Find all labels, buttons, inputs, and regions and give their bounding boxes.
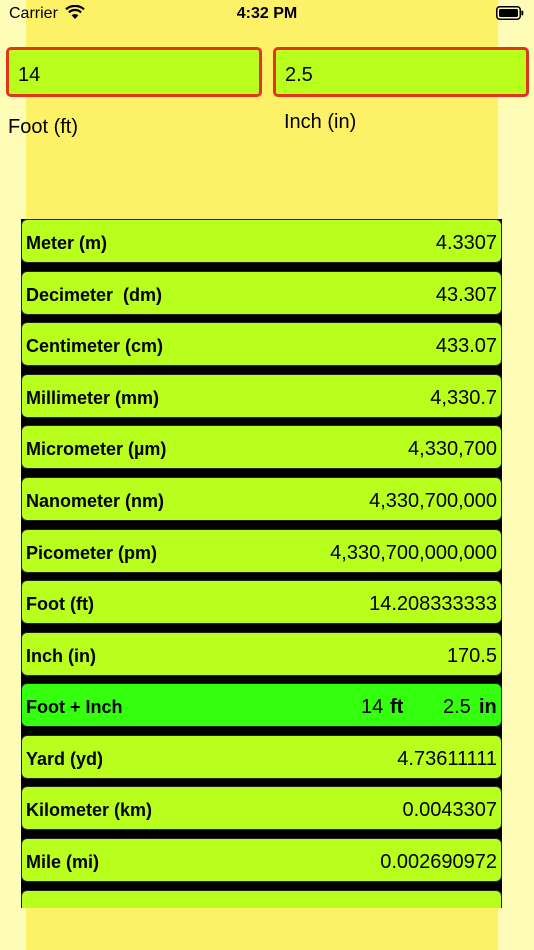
result-row-micrometer[interactable]: Micrometer (µm) 4,330,700	[21, 425, 502, 469]
result-row-meter[interactable]: Meter (m) 4.3307	[21, 219, 502, 263]
unit-name: Yard (yd)	[26, 749, 104, 769]
result-row-yard[interactable]: Yard (yd) 4.73611111	[21, 735, 502, 779]
result-row-partial[interactable]	[21, 890, 502, 908]
feet-value: 14	[361, 696, 384, 718]
result-row-kilometer[interactable]: Kilometer (km) 0.0043307	[21, 786, 502, 830]
status-bar: Carrier 4:32 PM	[0, 0, 534, 30]
result-row-millimeter[interactable]: Millimeter (mm) 4,330.7	[21, 374, 502, 418]
unit-name: Decimeter (dm)	[26, 285, 163, 305]
unit-value: 433.07	[435, 335, 497, 357]
result-row-foot-inch[interactable]: Foot + Inch 14 ft 2.5 in	[21, 683, 502, 727]
inches-value: 2.5	[443, 696, 471, 718]
unit-value: 43.307	[435, 284, 497, 306]
result-row-nanometer[interactable]: Nanometer (nm) 4,330,700,000	[21, 477, 502, 521]
unit-name: Foot + Inch	[26, 697, 123, 717]
unit-name: Centimeter (cm)	[26, 336, 164, 356]
result-row-picometer[interactable]: Picometer (pm) 4,330,700,000,000	[21, 529, 502, 573]
unit-name: Inch (in)	[26, 646, 96, 666]
unit-value: 14.208333333	[369, 593, 497, 615]
unit-value: 170.5	[446, 645, 497, 667]
unit-value: 4,330,700,000,000	[330, 542, 497, 564]
unit-value: 4,330,700	[408, 438, 497, 460]
unit-name: Micrometer (µm)	[26, 439, 167, 459]
unit-value: 4,330,700,000	[369, 490, 497, 512]
foot-input[interactable]: 14	[6, 47, 262, 97]
result-row-inch[interactable]: Inch (in) 170.5	[21, 632, 502, 676]
unit-value: 0.0043307	[402, 799, 497, 821]
inch-input[interactable]: 2.5	[273, 47, 529, 97]
result-row-mile[interactable]: Mile (mi) 0.002690972	[21, 838, 502, 882]
results-list[interactable]: Meter (m) 4.3307 Decimeter (dm) 43.307 C…	[21, 219, 502, 908]
result-row-decimeter[interactable]: Decimeter (dm) 43.307	[21, 271, 502, 315]
unit-name: Millimeter (mm)	[26, 388, 160, 408]
unit-value: 0.002690972	[380, 851, 497, 873]
unit-value: 4,330.7	[430, 387, 497, 409]
unit-name: Foot (ft)	[26, 594, 94, 614]
inches-unit: in	[479, 696, 497, 718]
feet-unit: ft	[390, 696, 404, 718]
unit-name: Kilometer (km)	[26, 800, 153, 820]
battery-icon	[496, 6, 524, 20]
unit-name: Mile (mi)	[26, 852, 100, 872]
unit-name: Nanometer (nm)	[26, 491, 165, 511]
clock: 4:32 PM	[236, 5, 298, 22]
result-row-centimeter[interactable]: Centimeter (cm) 433.07	[21, 322, 502, 366]
result-row-foot[interactable]: Foot (ft) 14.208333333	[21, 580, 502, 624]
foot-input-label: Foot (ft)	[8, 116, 79, 138]
unit-value: 4.3307	[435, 232, 497, 254]
unit-value: 4.73611111	[397, 748, 497, 770]
unit-name: Meter (m)	[26, 233, 108, 253]
unit-name: Picometer (pm)	[26, 543, 158, 563]
inch-input-label: Inch (in)	[284, 111, 357, 133]
